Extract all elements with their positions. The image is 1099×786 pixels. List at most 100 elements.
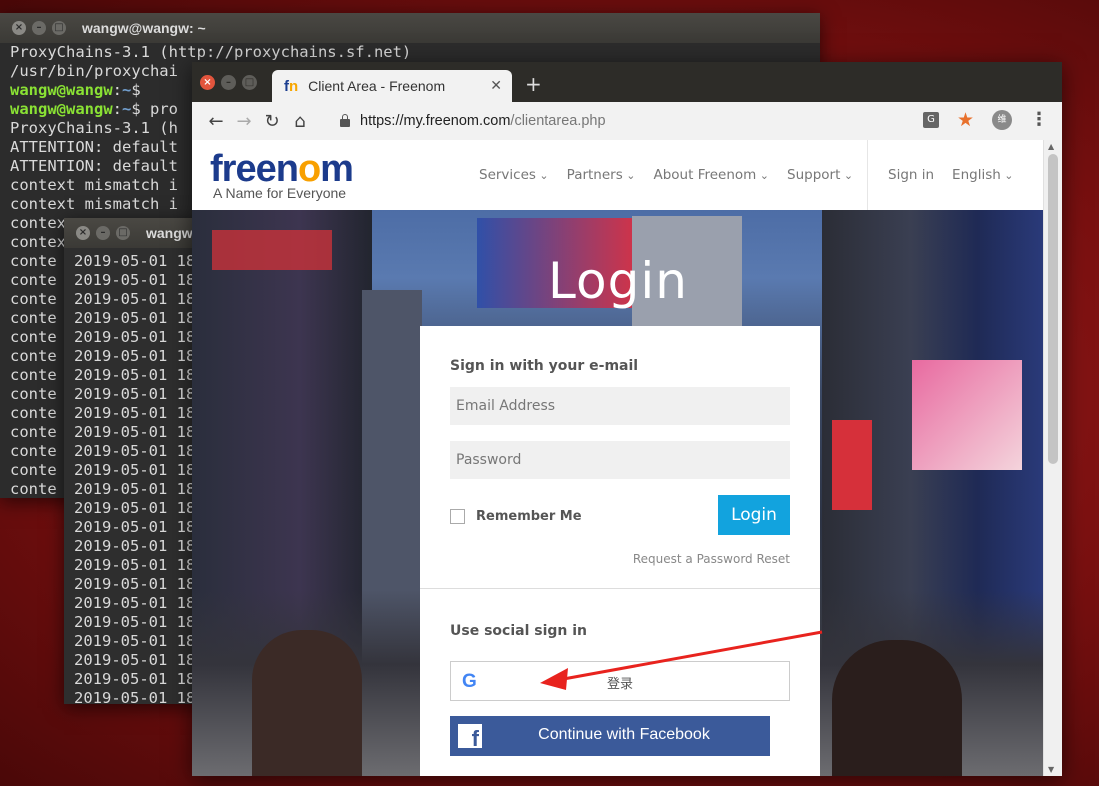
hero-building — [252, 630, 362, 776]
terminal-line: 2019-05-01 18 — [74, 385, 196, 403]
page-scrollbar[interactable]: ▲ ▼ — [1043, 140, 1062, 776]
main-nav: Services Partners About Freenom Support — [479, 167, 853, 183]
minimize-icon[interactable]: – — [221, 75, 236, 90]
terminal-line: 2019-05-01 18 — [74, 442, 196, 460]
language-dropdown[interactable]: English — [952, 167, 1013, 183]
login-button[interactable]: Login — [718, 495, 790, 535]
maximize-icon[interactable]: □ — [52, 21, 66, 35]
freenom-favicon-icon: fn — [284, 77, 299, 95]
url-path: /clientarea.php — [510, 113, 606, 129]
close-icon[interactable]: × — [200, 75, 215, 90]
logo-tagline: A Name for Everyone — [213, 185, 347, 201]
scroll-down-arrow-icon[interactable]: ▼ — [1048, 765, 1054, 774]
prompt-path: ~ — [122, 100, 132, 118]
terminal-line: 2019-05-01 18 — [74, 556, 196, 574]
browser-toolbar: ← → ↻ ⌂ https://my.freenom.com/clientare… — [192, 102, 1062, 141]
logo-letter: f — [210, 148, 223, 190]
terminal-titlebar[interactable]: × – □ wangw@wangw: ~ — [0, 13, 820, 43]
email-input[interactable] — [450, 387, 790, 425]
terminal-line: 2019-05-01 18 — [74, 499, 196, 517]
terminal-line: 2019-05-01 18 — [74, 480, 196, 498]
nav-about[interactable]: About Freenom — [653, 167, 769, 183]
tab-strip[interactable]: × – □ fn Client Area - Freenom ✕ + — [192, 62, 1062, 102]
google-signin-label: 登录 — [606, 677, 633, 692]
terminal-line: 2019-05-01 18 — [74, 670, 196, 688]
email-signin-heading: Sign in with your e-mail — [450, 358, 639, 374]
maximize-icon[interactable]: □ — [242, 75, 257, 90]
profile-avatar[interactable]: 维 — [992, 110, 1012, 130]
minimize-icon[interactable]: – — [96, 226, 110, 240]
forward-arrow-icon[interactable]: → — [230, 111, 258, 132]
logo-letter: e — [255, 148, 277, 190]
prompt-user: wangw@wangw — [10, 100, 113, 118]
scroll-thumb[interactable] — [1048, 154, 1058, 464]
terminal-line: 2019-05-01 18 — [74, 651, 196, 669]
site-header: freenom A Name for Everyone Services Par… — [192, 140, 1044, 211]
nav-services[interactable]: Services — [479, 167, 549, 183]
nav-sign-in[interactable]: Sign in — [888, 167, 934, 183]
terminal-titlebar[interactable]: × – □ wangw@ — [64, 218, 204, 248]
tab-close-icon[interactable]: ✕ — [490, 78, 502, 94]
hero-building — [832, 420, 872, 510]
menu-kebab-icon[interactable]: ⋮ — [1030, 111, 1048, 129]
close-icon[interactable]: × — [76, 226, 90, 240]
lock-icon[interactable] — [340, 114, 350, 127]
back-arrow-icon[interactable]: ← — [202, 111, 230, 132]
google-signin-button[interactable]: G 登录 — [450, 661, 790, 701]
maximize-icon[interactable]: □ — [116, 226, 130, 240]
tab-title: Client Area - Freenom — [308, 78, 446, 94]
hero-banner: Login Sign in with your e-mail Remember … — [192, 210, 1044, 776]
hero-building — [912, 360, 1022, 470]
terminal-line: 2019-05-01 18 — [74, 689, 196, 704]
address-bar[interactable]: https://my.freenom.com/clientarea.php — [340, 106, 910, 136]
terminal-line: 2019-05-01 18 — [74, 594, 196, 612]
nav-partners[interactable]: Partners — [567, 167, 636, 183]
facebook-signin-label: Continue with Facebook — [538, 726, 710, 743]
hero-building — [832, 640, 962, 776]
terminal-line: 2019-05-01 18 — [74, 423, 196, 441]
scroll-up-arrow-icon[interactable]: ▲ — [1048, 142, 1054, 151]
terminal-line: 2019-05-01 18 — [74, 632, 196, 650]
prompt-command: $ pro — [131, 100, 179, 118]
remember-me-checkbox[interactable] — [450, 509, 465, 524]
section-divider — [420, 588, 820, 589]
logo-letter: m — [320, 148, 354, 190]
page-title: Login — [548, 252, 688, 310]
remember-me-label: Remember Me — [476, 509, 582, 524]
logo-letter: r — [221, 148, 237, 190]
home-icon[interactable]: ⌂ — [286, 111, 314, 132]
reload-icon[interactable]: ↻ — [258, 111, 286, 132]
terminal-line: 2019-05-01 18 — [74, 347, 196, 365]
login-card: Sign in with your e-mail Remember Me Log… — [420, 326, 820, 776]
tab-client-area[interactable]: fn Client Area - Freenom ✕ — [272, 70, 512, 102]
logo-letter: o — [297, 148, 321, 190]
terminal-line: 2019-05-01 18 — [74, 309, 196, 327]
bookmark-star-icon[interactable]: ★ — [957, 111, 974, 130]
terminal-output[interactable]: 2019-05-01 18 2019-05-01 18 2019-05-01 18 2… — [64, 248, 204, 704]
prompt-sep: : — [112, 100, 122, 118]
prompt-command: $ — [131, 81, 141, 99]
remember-me[interactable]: Remember Me — [450, 509, 582, 524]
terminal-line: 2019-05-01 18 — [74, 613, 196, 631]
translate-icon[interactable]: G — [922, 112, 939, 128]
prompt-sep: : — [112, 81, 122, 99]
terminal-window-front[interactable]: × – □ wangw@ 2019-05-01 18 2019-05-01 18 2… — [64, 218, 204, 704]
page-viewport: freenom A Name for Everyone Services Par… — [192, 140, 1044, 776]
nav-support[interactable]: Support — [787, 167, 853, 183]
minimize-icon[interactable]: – — [32, 21, 46, 35]
close-icon[interactable]: × — [12, 21, 26, 35]
nav-divider — [867, 140, 868, 210]
password-input[interactable] — [450, 441, 790, 479]
password-reset-link[interactable]: Request a Password Reset — [633, 552, 790, 566]
browser-window[interactable]: × – □ fn Client Area - Freenom ✕ + ← → ↻… — [192, 62, 1062, 776]
terminal-title: wangw@wangw: ~ — [82, 20, 206, 36]
terminal-line: 2019-05-01 18 — [74, 461, 196, 479]
terminal-line: 2019-05-01 18 — [74, 328, 196, 346]
terminal-line: 2019-05-01 18 — [74, 252, 196, 270]
terminal-line: 2019-05-01 18 — [74, 271, 196, 289]
terminal-line: 2019-05-01 18 — [74, 366, 196, 384]
url-host: https://my.freenom.com — [360, 113, 511, 129]
new-tab-icon[interactable]: + — [525, 72, 542, 96]
facebook-signin-button[interactable]: f Continue with Facebook — [450, 716, 770, 756]
terminal-line: 2019-05-01 18 — [74, 290, 196, 308]
